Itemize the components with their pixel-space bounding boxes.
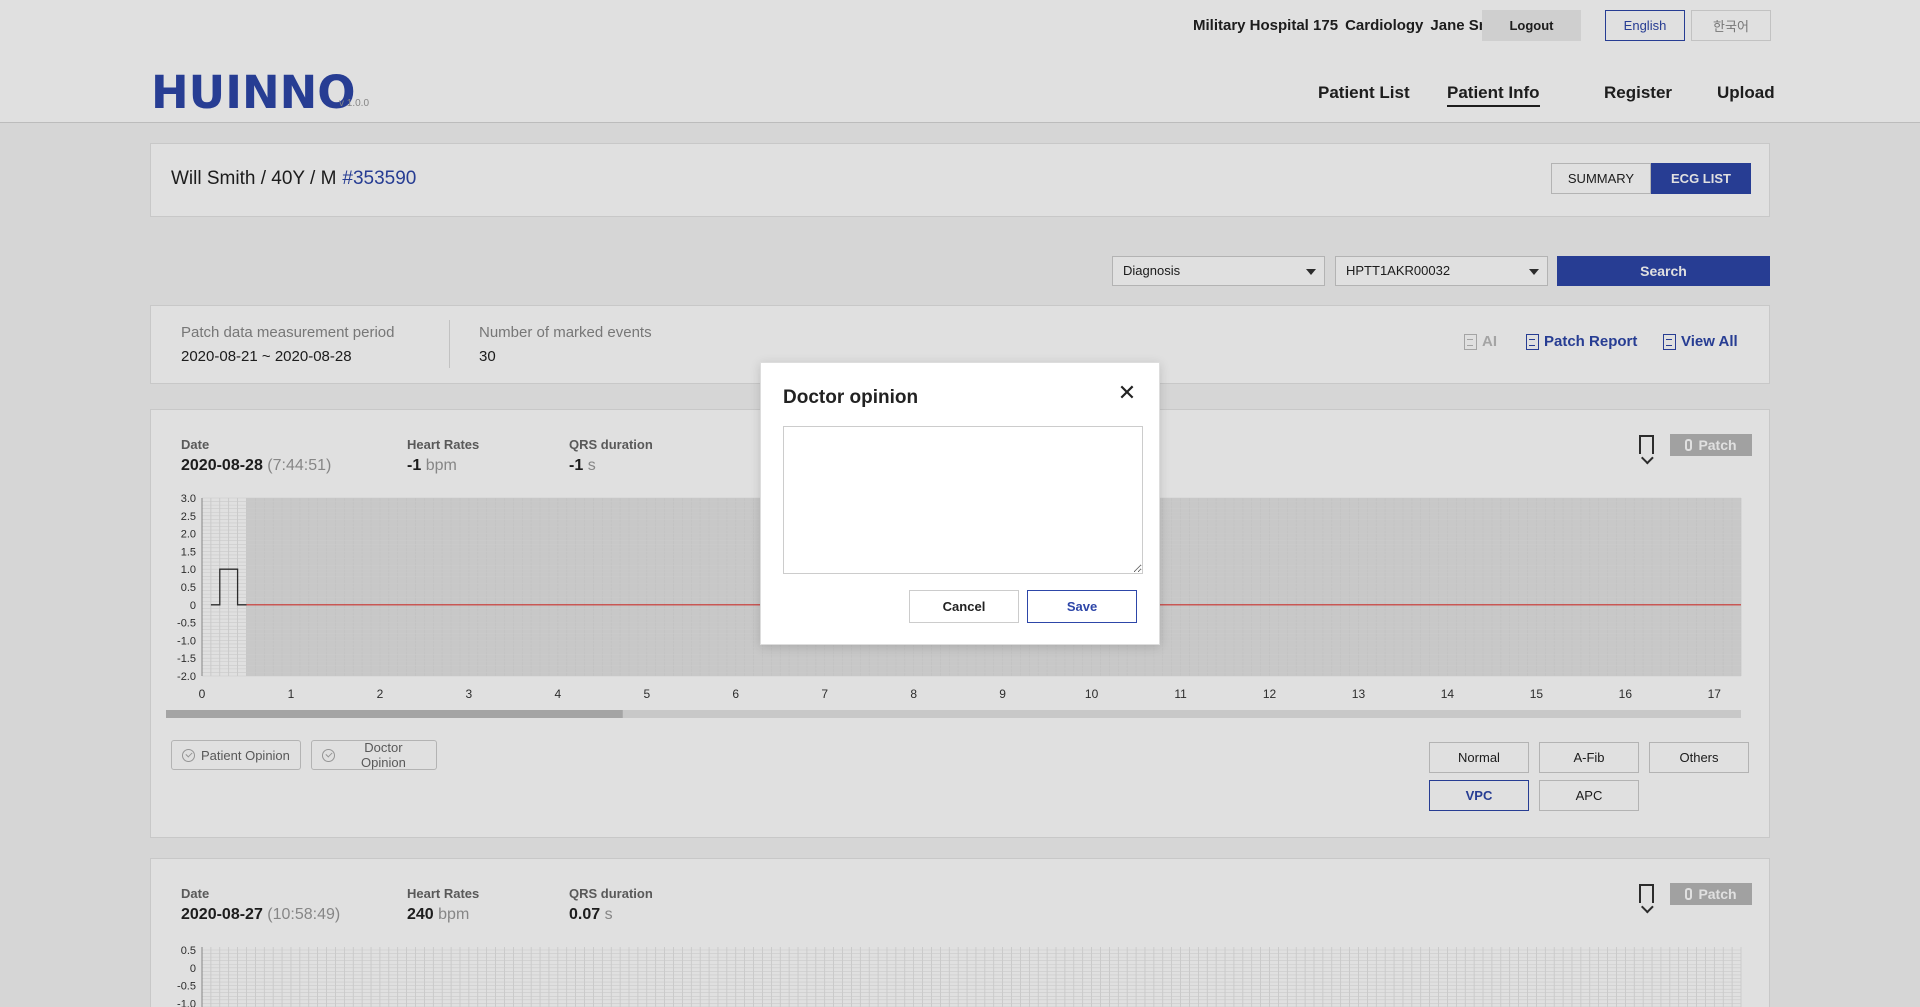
doctor-opinion-modal: Doctor opinion ✕ Cancel Save: [760, 362, 1160, 645]
save-button[interactable]: Save: [1027, 590, 1137, 623]
cancel-button[interactable]: Cancel: [909, 590, 1019, 623]
doctor-opinion-textarea[interactable]: [783, 426, 1143, 574]
close-icon[interactable]: ✕: [1117, 382, 1137, 404]
modal-title: Doctor opinion: [783, 387, 919, 408]
